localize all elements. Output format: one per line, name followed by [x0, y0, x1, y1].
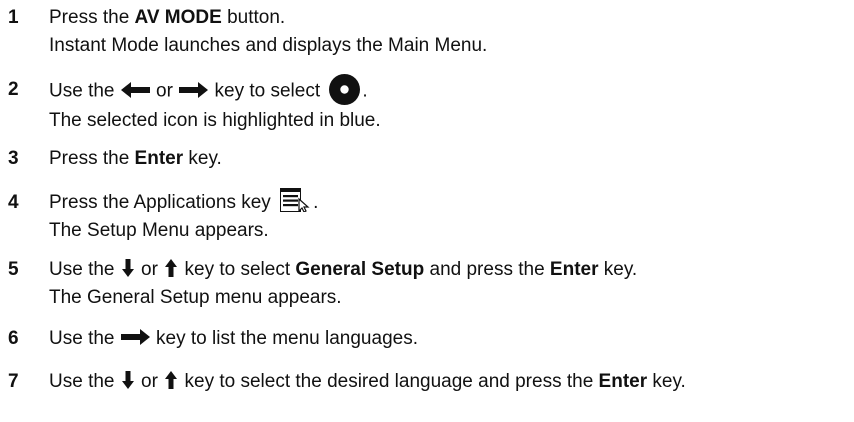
down-arrow-icon	[121, 370, 134, 389]
step-line: Use the key to list the menu languages.	[49, 328, 418, 349]
disc-icon	[329, 74, 361, 105]
applications-key-icon	[280, 187, 310, 212]
menu-name: General Setup	[295, 259, 425, 280]
instruction-steps: 1 Press the AV MODE button. Instant Mode…	[0, 0, 854, 422]
step-line: Press the Applications key .	[49, 187, 318, 217]
left-arrow-icon	[120, 81, 150, 98]
step-text: Use the or key to select . The selected …	[49, 74, 381, 135]
step-line: Use the or key to select .	[49, 74, 381, 107]
step-text: Press the AV MODE button. Instant Mode l…	[49, 4, 487, 60]
step-number: 4	[8, 192, 19, 213]
step-result: Instant Mode launches and displays the M…	[49, 35, 488, 56]
up-arrow-icon	[165, 258, 178, 277]
up-arrow-icon	[165, 370, 178, 389]
key-name: Enter	[549, 259, 599, 280]
right-arrow-icon	[179, 81, 209, 98]
step-text: Press the Enter key.	[49, 145, 222, 173]
key-name: Enter	[134, 148, 184, 169]
step-number: 1	[8, 7, 19, 28]
step-number: 2	[8, 79, 19, 100]
step-line: Press the AV MODE button.	[49, 7, 286, 28]
step-number: 7	[8, 371, 19, 392]
step-result: The Setup Menu appears.	[49, 220, 269, 241]
step-line: Press the Enter key.	[49, 148, 222, 169]
step-number: 5	[8, 259, 19, 280]
step-number: 3	[8, 148, 19, 169]
step-text: Use the or key to select General Setup a…	[49, 256, 637, 312]
step-text: Use the or key to select the desired lan…	[49, 368, 686, 396]
step-line: Use the or key to select General Setup a…	[49, 258, 638, 280]
key-name: AV MODE	[134, 7, 222, 28]
step-result: The General Setup menu appears.	[49, 287, 342, 308]
down-arrow-icon	[121, 258, 134, 277]
step-text: Use the key to list the menu languages.	[49, 325, 418, 353]
step-number: 6	[8, 328, 19, 349]
step-text: Press the Applications key . The Setup M…	[49, 187, 318, 245]
step-result: The selected icon is highlighted in blue…	[49, 110, 381, 131]
right-arrow-icon	[120, 328, 150, 345]
key-name: Enter	[598, 371, 648, 392]
step-line: Use the or key to select the desired lan…	[49, 370, 686, 392]
